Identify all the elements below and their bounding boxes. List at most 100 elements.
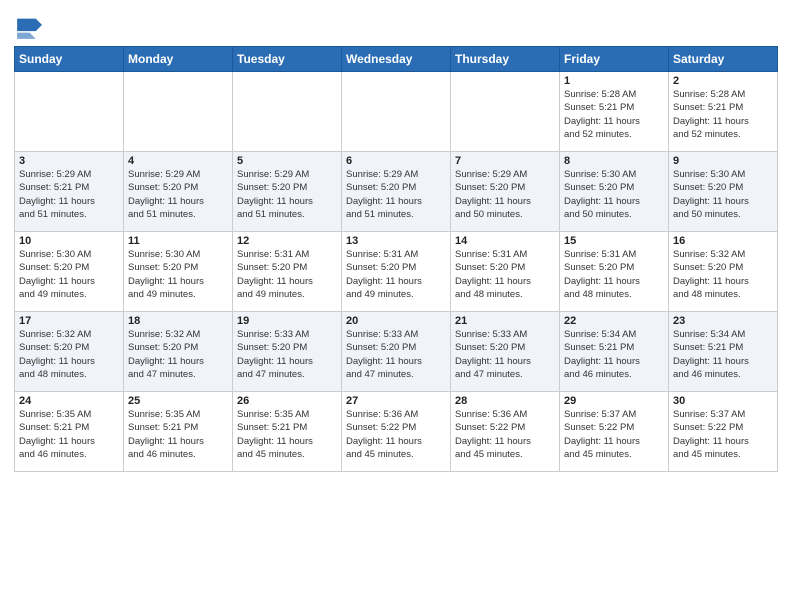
- table-row: 30Sunrise: 5:37 AM Sunset: 5:22 PM Dayli…: [669, 392, 778, 472]
- day-info: Sunrise: 5:29 AM Sunset: 5:20 PM Dayligh…: [128, 168, 228, 221]
- day-number: 11: [128, 235, 228, 247]
- day-info: Sunrise: 5:30 AM Sunset: 5:20 PM Dayligh…: [19, 248, 119, 301]
- day-number: 8: [564, 155, 664, 167]
- day-info: Sunrise: 5:32 AM Sunset: 5:20 PM Dayligh…: [19, 328, 119, 381]
- day-info: Sunrise: 5:31 AM Sunset: 5:20 PM Dayligh…: [237, 248, 337, 301]
- day-info: Sunrise: 5:29 AM Sunset: 5:20 PM Dayligh…: [346, 168, 446, 221]
- day-number: 27: [346, 395, 446, 407]
- day-info: Sunrise: 5:30 AM Sunset: 5:20 PM Dayligh…: [128, 248, 228, 301]
- day-info: Sunrise: 5:33 AM Sunset: 5:20 PM Dayligh…: [237, 328, 337, 381]
- day-info: Sunrise: 5:34 AM Sunset: 5:21 PM Dayligh…: [673, 328, 773, 381]
- table-row: 7Sunrise: 5:29 AM Sunset: 5:20 PM Daylig…: [451, 152, 560, 232]
- table-row: 21Sunrise: 5:33 AM Sunset: 5:20 PM Dayli…: [451, 312, 560, 392]
- day-info: Sunrise: 5:31 AM Sunset: 5:20 PM Dayligh…: [564, 248, 664, 301]
- table-row: 13Sunrise: 5:31 AM Sunset: 5:20 PM Dayli…: [342, 232, 451, 312]
- day-number: 3: [19, 155, 119, 167]
- table-row: 17Sunrise: 5:32 AM Sunset: 5:20 PM Dayli…: [15, 312, 124, 392]
- table-row: 14Sunrise: 5:31 AM Sunset: 5:20 PM Dayli…: [451, 232, 560, 312]
- day-number: 20: [346, 315, 446, 327]
- table-row: [124, 72, 233, 152]
- day-info: Sunrise: 5:32 AM Sunset: 5:20 PM Dayligh…: [673, 248, 773, 301]
- table-row: 28Sunrise: 5:36 AM Sunset: 5:22 PM Dayli…: [451, 392, 560, 472]
- day-info: Sunrise: 5:29 AM Sunset: 5:21 PM Dayligh…: [19, 168, 119, 221]
- day-number: 5: [237, 155, 337, 167]
- day-info: Sunrise: 5:28 AM Sunset: 5:21 PM Dayligh…: [673, 88, 773, 141]
- table-row: 8Sunrise: 5:30 AM Sunset: 5:20 PM Daylig…: [560, 152, 669, 232]
- table-row: 22Sunrise: 5:34 AM Sunset: 5:21 PM Dayli…: [560, 312, 669, 392]
- table-row: [342, 72, 451, 152]
- day-number: 26: [237, 395, 337, 407]
- day-number: 10: [19, 235, 119, 247]
- day-info: Sunrise: 5:35 AM Sunset: 5:21 PM Dayligh…: [237, 408, 337, 461]
- day-number: 15: [564, 235, 664, 247]
- day-info: Sunrise: 5:31 AM Sunset: 5:20 PM Dayligh…: [346, 248, 446, 301]
- day-number: 2: [673, 75, 773, 87]
- calendar-row: 24Sunrise: 5:35 AM Sunset: 5:21 PM Dayli…: [15, 392, 778, 472]
- col-saturday: Saturday: [669, 47, 778, 72]
- col-sunday: Sunday: [15, 47, 124, 72]
- table-row: 16Sunrise: 5:32 AM Sunset: 5:20 PM Dayli…: [669, 232, 778, 312]
- table-row: 6Sunrise: 5:29 AM Sunset: 5:20 PM Daylig…: [342, 152, 451, 232]
- calendar-row: 17Sunrise: 5:32 AM Sunset: 5:20 PM Dayli…: [15, 312, 778, 392]
- header: [14, 10, 778, 42]
- day-info: Sunrise: 5:36 AM Sunset: 5:22 PM Dayligh…: [455, 408, 555, 461]
- day-number: 23: [673, 315, 773, 327]
- day-number: 21: [455, 315, 555, 327]
- day-number: 7: [455, 155, 555, 167]
- logo: [14, 14, 46, 42]
- day-info: Sunrise: 5:30 AM Sunset: 5:20 PM Dayligh…: [564, 168, 664, 221]
- table-row: 3Sunrise: 5:29 AM Sunset: 5:21 PM Daylig…: [15, 152, 124, 232]
- page: Sunday Monday Tuesday Wednesday Thursday…: [0, 0, 792, 612]
- calendar-row: 10Sunrise: 5:30 AM Sunset: 5:20 PM Dayli…: [15, 232, 778, 312]
- col-tuesday: Tuesday: [233, 47, 342, 72]
- table-row: 4Sunrise: 5:29 AM Sunset: 5:20 PM Daylig…: [124, 152, 233, 232]
- table-row: 19Sunrise: 5:33 AM Sunset: 5:20 PM Dayli…: [233, 312, 342, 392]
- day-number: 9: [673, 155, 773, 167]
- table-row: [15, 72, 124, 152]
- day-number: 12: [237, 235, 337, 247]
- day-number: 4: [128, 155, 228, 167]
- day-info: Sunrise: 5:35 AM Sunset: 5:21 PM Dayligh…: [128, 408, 228, 461]
- day-number: 29: [564, 395, 664, 407]
- table-row: 24Sunrise: 5:35 AM Sunset: 5:21 PM Dayli…: [15, 392, 124, 472]
- day-number: 18: [128, 315, 228, 327]
- table-row: 23Sunrise: 5:34 AM Sunset: 5:21 PM Dayli…: [669, 312, 778, 392]
- day-number: 14: [455, 235, 555, 247]
- table-row: 11Sunrise: 5:30 AM Sunset: 5:20 PM Dayli…: [124, 232, 233, 312]
- table-row: 5Sunrise: 5:29 AM Sunset: 5:20 PM Daylig…: [233, 152, 342, 232]
- table-row: 27Sunrise: 5:36 AM Sunset: 5:22 PM Dayli…: [342, 392, 451, 472]
- day-info: Sunrise: 5:37 AM Sunset: 5:22 PM Dayligh…: [564, 408, 664, 461]
- day-info: Sunrise: 5:33 AM Sunset: 5:20 PM Dayligh…: [455, 328, 555, 381]
- day-info: Sunrise: 5:36 AM Sunset: 5:22 PM Dayligh…: [346, 408, 446, 461]
- day-info: Sunrise: 5:29 AM Sunset: 5:20 PM Dayligh…: [455, 168, 555, 221]
- table-row: 20Sunrise: 5:33 AM Sunset: 5:20 PM Dayli…: [342, 312, 451, 392]
- day-number: 25: [128, 395, 228, 407]
- col-monday: Monday: [124, 47, 233, 72]
- table-row: 10Sunrise: 5:30 AM Sunset: 5:20 PM Dayli…: [15, 232, 124, 312]
- day-number: 16: [673, 235, 773, 247]
- table-row: 29Sunrise: 5:37 AM Sunset: 5:22 PM Dayli…: [560, 392, 669, 472]
- day-number: 28: [455, 395, 555, 407]
- day-info: Sunrise: 5:37 AM Sunset: 5:22 PM Dayligh…: [673, 408, 773, 461]
- calendar-row: 1Sunrise: 5:28 AM Sunset: 5:21 PM Daylig…: [15, 72, 778, 152]
- table-row: 12Sunrise: 5:31 AM Sunset: 5:20 PM Dayli…: [233, 232, 342, 312]
- day-info: Sunrise: 5:28 AM Sunset: 5:21 PM Dayligh…: [564, 88, 664, 141]
- table-row: 26Sunrise: 5:35 AM Sunset: 5:21 PM Dayli…: [233, 392, 342, 472]
- table-row: [451, 72, 560, 152]
- logo-icon: [14, 14, 42, 42]
- col-thursday: Thursday: [451, 47, 560, 72]
- day-info: Sunrise: 5:34 AM Sunset: 5:21 PM Dayligh…: [564, 328, 664, 381]
- day-number: 6: [346, 155, 446, 167]
- day-number: 24: [19, 395, 119, 407]
- calendar-table: Sunday Monday Tuesday Wednesday Thursday…: [14, 46, 778, 472]
- day-number: 30: [673, 395, 773, 407]
- day-info: Sunrise: 5:29 AM Sunset: 5:20 PM Dayligh…: [237, 168, 337, 221]
- day-info: Sunrise: 5:33 AM Sunset: 5:20 PM Dayligh…: [346, 328, 446, 381]
- col-wednesday: Wednesday: [342, 47, 451, 72]
- calendar-row: 3Sunrise: 5:29 AM Sunset: 5:21 PM Daylig…: [15, 152, 778, 232]
- day-info: Sunrise: 5:35 AM Sunset: 5:21 PM Dayligh…: [19, 408, 119, 461]
- table-row: 2Sunrise: 5:28 AM Sunset: 5:21 PM Daylig…: [669, 72, 778, 152]
- table-row: [233, 72, 342, 152]
- col-friday: Friday: [560, 47, 669, 72]
- day-number: 19: [237, 315, 337, 327]
